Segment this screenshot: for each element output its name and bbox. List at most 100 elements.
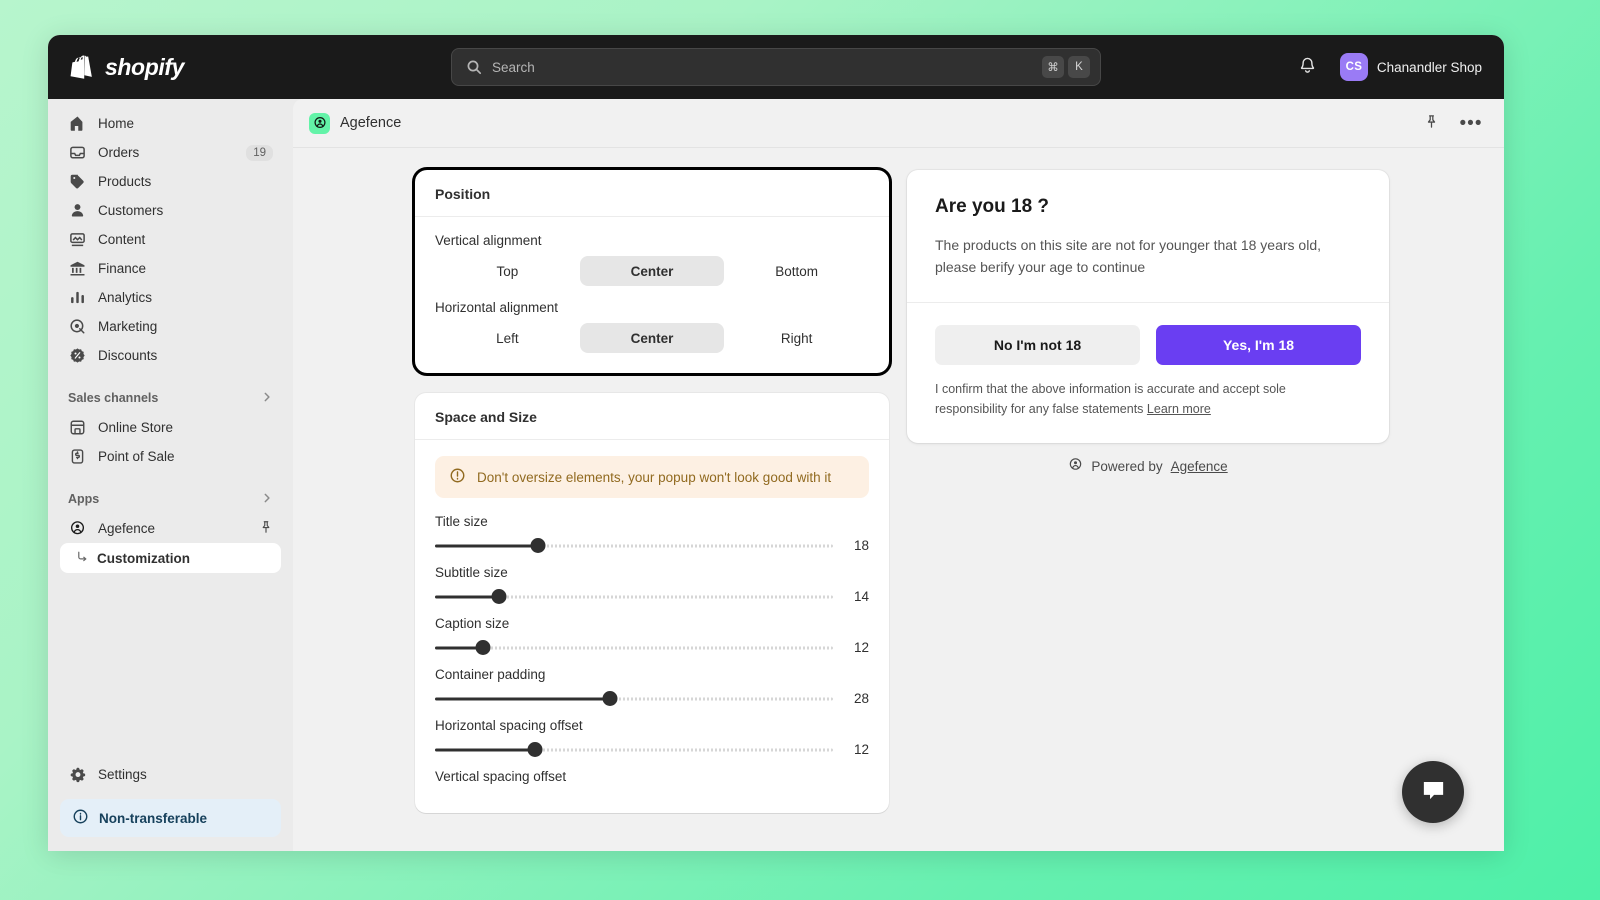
slider-caption-size: Caption size 12 <box>435 616 869 655</box>
horizontal-align-right[interactable]: Right <box>724 323 869 353</box>
slider-value: 28 <box>853 691 869 706</box>
sidebar-item-label: Customers <box>98 203 164 218</box>
sidebar-item-label: Discounts <box>98 348 158 363</box>
agefence-icon <box>1068 457 1083 475</box>
sidebar-item-label: Agefence <box>98 521 156 536</box>
powered-by-brand-link[interactable]: Agefence <box>1171 459 1228 474</box>
analytics-icon <box>68 289 86 307</box>
avatar: CS <box>1339 53 1368 81</box>
pin-page-button[interactable] <box>1420 112 1442 134</box>
sidebar-item-analytics[interactable]: Analytics <box>60 283 281 312</box>
sidebar-item-label: Finance <box>98 261 147 276</box>
sidebar-item-agefence[interactable]: Agefence <box>60 514 281 543</box>
warning-circle-icon <box>449 467 466 487</box>
preview-column: Are you 18 ? The products on this site a… <box>907 170 1389 851</box>
user-name: Chanandler Shop <box>1376 59 1482 75</box>
slider-label: Title size <box>435 514 488 529</box>
finance-icon <box>68 260 86 278</box>
info-icon <box>72 808 89 828</box>
app-body: Home Orders 19 Products Customers Conten… <box>48 99 1504 851</box>
caption-size-slider[interactable] <box>435 640 833 655</box>
kbd-command: ⌘ <box>1042 56 1064 78</box>
agefence-badge-icon <box>309 112 330 134</box>
slider-value: 12 <box>853 640 869 655</box>
sidebar-item-customers[interactable]: Customers <box>60 196 281 225</box>
search-input[interactable] <box>492 59 1042 75</box>
sidebar-item-orders[interactable]: Orders 19 <box>60 138 281 167</box>
sidebar-item-online-store[interactable]: Online Store <box>60 413 281 442</box>
sub-arrow-icon <box>76 550 89 566</box>
learn-more-link[interactable]: Learn more <box>1147 402 1211 416</box>
shopify-bag-icon <box>70 53 96 81</box>
sidebar-item-discounts[interactable]: Discounts <box>60 341 281 370</box>
container-padding-slider[interactable] <box>435 691 833 706</box>
notifications-button[interactable] <box>1294 53 1322 81</box>
top-bar: shopify ⌘ K <box>48 35 1504 99</box>
title-size-slider[interactable] <box>435 538 833 553</box>
chat-button[interactable] <box>1402 761 1464 823</box>
products-icon <box>68 173 86 191</box>
slider-knob[interactable] <box>602 691 618 706</box>
non-transferable-notice[interactable]: Non-transferable <box>60 799 281 837</box>
pin-icon[interactable] <box>259 520 273 537</box>
vertical-align-center[interactable]: Center <box>579 256 725 286</box>
sidebar-section-label: Apps <box>68 492 100 506</box>
gear-icon <box>68 766 86 784</box>
sidebar-item-settings[interactable]: Settings <box>60 760 281 789</box>
sidebar-item-label: Home <box>98 116 135 131</box>
slider-knob[interactable] <box>491 589 507 604</box>
vertical-spacing-offset-label: Vertical spacing offset <box>435 769 567 784</box>
search-shortcut: ⌘ K <box>1042 56 1090 78</box>
pin-icon <box>1424 114 1439 132</box>
page-header: Agefence ••• <box>293 99 1504 148</box>
decline-button[interactable]: No I'm not 18 <box>935 325 1140 366</box>
slider-value: 18 <box>853 538 869 553</box>
sidebar-item-label: Orders <box>98 145 140 160</box>
slider-value: 14 <box>853 589 869 604</box>
sidebar-item-label: Point of Sale <box>98 449 175 464</box>
chevron-right-icon <box>261 391 273 406</box>
preview-caption-text: I confirm that the above information is … <box>935 382 1286 417</box>
banner-text: Don't oversize elements, your popup won'… <box>477 469 832 485</box>
chat-bubble-icon <box>1420 777 1447 807</box>
sidebar-item-marketing[interactable]: Marketing <box>60 312 281 341</box>
horizontal-spacing-slider[interactable] <box>435 742 833 757</box>
content-area: Agefence ••• Position Vertical alignment… <box>293 99 1504 851</box>
subtitle-size-slider[interactable] <box>435 589 833 604</box>
kbd-k: K <box>1068 56 1090 78</box>
sidebar-item-home[interactable]: Home <box>60 109 281 138</box>
slider-subtitle-size: Subtitle size 14 <box>435 565 869 604</box>
pos-icon <box>68 448 86 466</box>
panels: Position Vertical alignment Top Center B… <box>293 148 1504 851</box>
slider-knob[interactable] <box>530 538 546 553</box>
space-card-body: Don't oversize elements, your popup won'… <box>415 440 889 813</box>
sidebar-section-apps[interactable]: Apps <box>60 484 281 514</box>
chevron-right-icon <box>261 492 273 507</box>
slider-knob[interactable] <box>527 742 542 757</box>
vertical-align-top[interactable]: Top <box>435 256 580 286</box>
horizontal-align-left[interactable]: Left <box>435 323 580 353</box>
horizontal-alignment-group: Left Center Right <box>435 323 869 353</box>
global-search[interactable]: ⌘ K <box>451 48 1101 86</box>
sidebar-item-content[interactable]: Content <box>60 225 281 254</box>
sidebar-item-finance[interactable]: Finance <box>60 254 281 283</box>
slider-knob[interactable] <box>475 640 491 655</box>
top-bar-actions: CS Chanandler Shop <box>1294 53 1482 81</box>
sidebar-item-label: Online Store <box>98 420 174 435</box>
sidebar-item-point-of-sale[interactable]: Point of Sale <box>60 442 281 471</box>
vertical-alignment-label: Vertical alignment <box>435 233 542 248</box>
slider-label: Container padding <box>435 667 546 682</box>
slider-track <box>435 646 833 649</box>
horizontal-align-center[interactable]: Center <box>579 323 725 353</box>
user-menu[interactable]: CS Chanandler Shop <box>1339 53 1482 81</box>
accept-button[interactable]: Yes, I'm 18 <box>1156 325 1361 366</box>
preview-caption: I confirm that the above information is … <box>907 379 1389 443</box>
position-card-body: Vertical alignment Top Center Bottom Hor… <box>415 217 889 373</box>
sidebar-item-products[interactable]: Products <box>60 167 281 196</box>
slider-line: 12 <box>435 640 869 655</box>
more-options-button[interactable]: ••• <box>1460 112 1482 134</box>
vertical-align-bottom[interactable]: Bottom <box>724 256 869 286</box>
sidebar-item-customization[interactable]: Customization <box>60 543 281 573</box>
shopify-logo[interactable]: shopify <box>70 53 184 81</box>
sidebar-section-sales-channels[interactable]: Sales channels <box>60 383 281 413</box>
